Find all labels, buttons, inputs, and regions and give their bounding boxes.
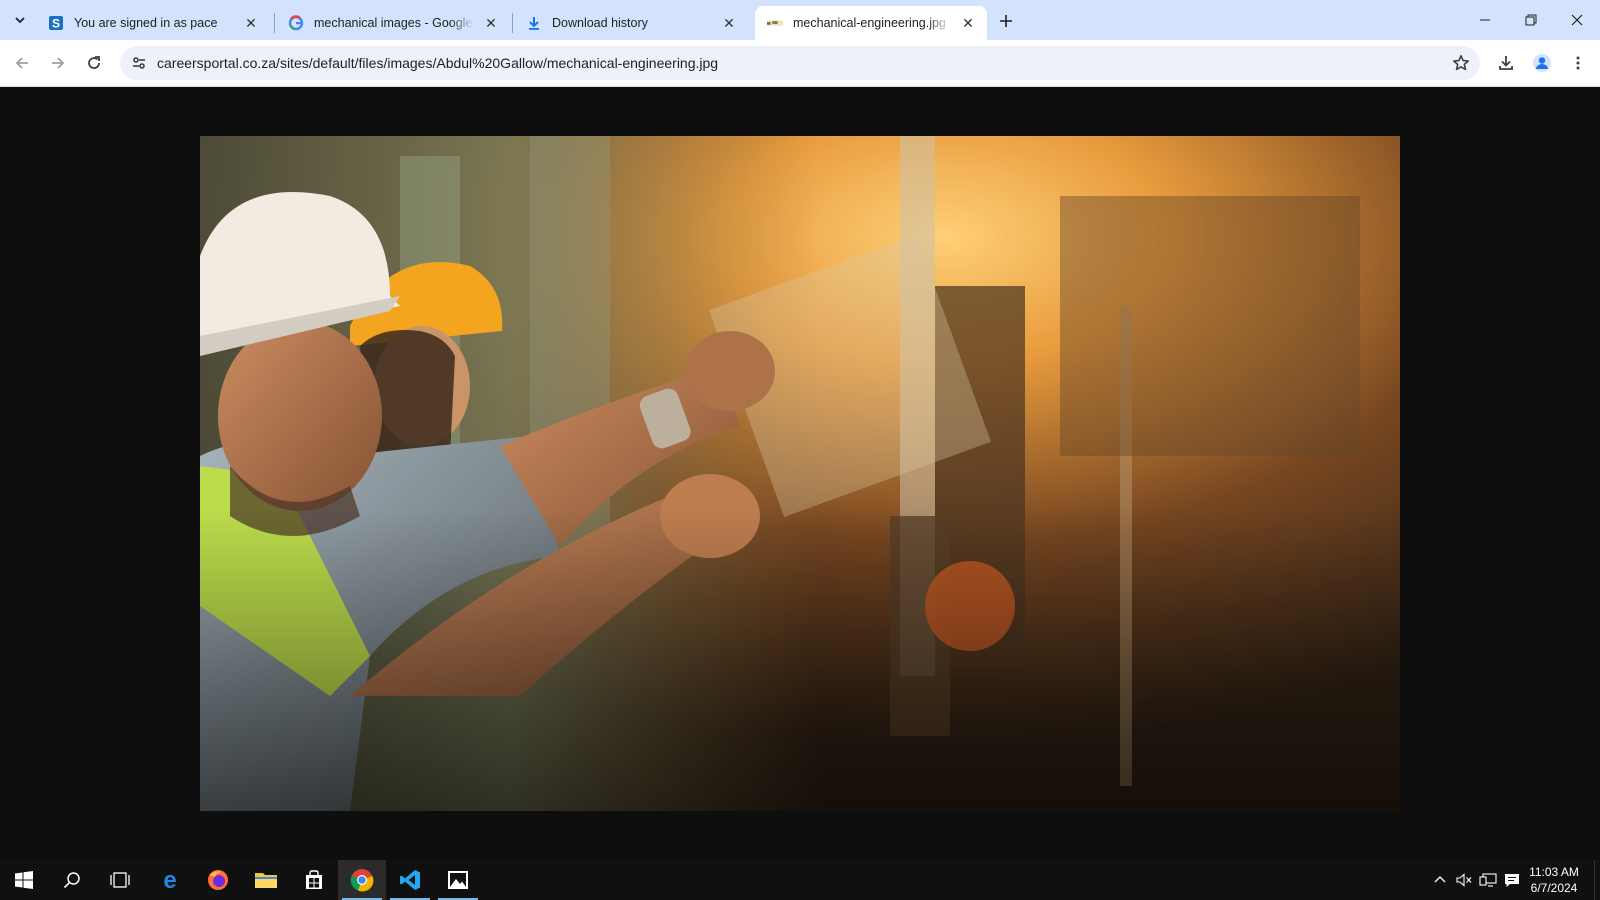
menu-button[interactable]	[1564, 49, 1592, 77]
star-icon	[1453, 55, 1469, 71]
tab-title: You are signed in as pace	[74, 16, 218, 30]
tune-icon	[133, 57, 145, 69]
task-view-icon	[110, 872, 130, 888]
minimize-icon	[1480, 19, 1490, 21]
site-info-button[interactable]	[126, 50, 152, 76]
url-text[interactable]: careersportal.co.za/sites/default/files/…	[157, 55, 718, 71]
tab-search-button[interactable]	[6, 7, 34, 33]
clock-time: 11:03 AM	[1529, 865, 1579, 879]
tab-signed-in[interactable]: S You are signed in as pace ✕	[36, 6, 270, 40]
google-icon	[288, 15, 304, 31]
browser-toolbar: careersportal.co.za/sites/default/files/…	[0, 40, 1600, 87]
action-center-button[interactable]	[1500, 860, 1524, 900]
forward-button[interactable]	[44, 49, 72, 77]
clock-date: 6/7/2024	[1530, 881, 1578, 895]
edge-icon: e	[163, 869, 176, 891]
taskbar-clock[interactable]: 11:03 AM 6/7/2024	[1522, 864, 1586, 896]
volume-button[interactable]	[1452, 860, 1476, 900]
task-view-button[interactable]	[96, 860, 144, 900]
taskbar-vscode[interactable]	[386, 860, 434, 900]
address-bar[interactable]: careersportal.co.za/sites/default/files/…	[120, 46, 1480, 80]
image-viewer	[0, 87, 1600, 860]
tab-separator	[512, 13, 513, 33]
download-icon	[1499, 56, 1513, 70]
plus-icon	[1000, 15, 1012, 27]
store-icon	[306, 870, 322, 889]
tab-image-active[interactable]: mechanical-engineering.jpg (12 ✕	[755, 6, 987, 40]
close-tab-icon[interactable]: ✕	[482, 14, 500, 32]
image-thumb-icon	[767, 15, 783, 31]
windows-taskbar: e 11:03 AM 6/7/2024	[0, 860, 1600, 900]
photos-icon	[448, 871, 468, 889]
notification-icon	[1505, 873, 1519, 887]
arrow-left-icon	[15, 57, 28, 69]
tab-google-search[interactable]: mechanical images - Google Se ✕	[276, 6, 510, 40]
avatar-icon	[1533, 54, 1551, 72]
tab-strip: S You are signed in as pace ✕ mechanical…	[0, 0, 1600, 40]
tab-title: mechanical-engineering.jpg (12	[793, 16, 951, 30]
file-explorer-icon	[255, 873, 277, 888]
mechanical-engineering-photo[interactable]	[200, 136, 1400, 811]
more-vert-icon	[1576, 56, 1580, 70]
taskbar-chrome[interactable]	[338, 860, 386, 900]
chrome-icon	[350, 869, 374, 892]
close-tab-icon[interactable]: ✕	[720, 14, 738, 32]
volume-muted-icon	[1456, 873, 1472, 887]
show-desktop-button[interactable]	[1594, 860, 1600, 900]
close-tab-icon[interactable]: ✕	[959, 14, 977, 32]
download-icon	[526, 15, 542, 31]
minimize-button[interactable]	[1462, 0, 1508, 40]
close-icon	[1571, 14, 1583, 26]
tab-separator	[274, 13, 275, 33]
svg-text:S: S	[52, 17, 60, 31]
taskbar-file-explorer[interactable]	[242, 860, 290, 900]
search-icon	[63, 872, 80, 889]
new-tab-button[interactable]	[992, 7, 1020, 35]
start-icon	[15, 871, 33, 889]
taskbar-firefox[interactable]	[194, 860, 242, 900]
taskbar-edge[interactable]: e	[146, 860, 194, 900]
taskbar-store[interactable]	[290, 860, 338, 900]
bookmark-button[interactable]	[1448, 50, 1474, 76]
start-button[interactable]	[0, 860, 48, 900]
restore-button[interactable]	[1508, 0, 1554, 40]
taskbar-search-button[interactable]	[48, 860, 96, 900]
restore-icon	[1525, 14, 1537, 26]
tab-download-history[interactable]: Download history ✕	[514, 6, 748, 40]
tab-title: Download history	[552, 16, 648, 30]
taskbar-photos[interactable]	[434, 860, 482, 900]
profile-button[interactable]	[1528, 49, 1556, 77]
show-hidden-icons-button[interactable]	[1428, 860, 1452, 900]
photo-illustration	[200, 136, 1400, 811]
chevron-up-icon	[1434, 876, 1446, 883]
vscode-icon	[400, 870, 420, 890]
back-button[interactable]	[8, 49, 36, 77]
arrow-right-icon	[52, 57, 65, 69]
firefox-icon	[208, 870, 228, 890]
network-icon	[1479, 873, 1497, 887]
svg-text:e: e	[163, 869, 176, 891]
reload-icon	[88, 56, 100, 69]
close-tab-icon[interactable]: ✕	[242, 14, 260, 32]
downloads-button[interactable]	[1492, 49, 1520, 77]
site-s-icon: S	[48, 15, 64, 31]
close-window-button[interactable]	[1554, 0, 1600, 40]
chevron-down-icon	[15, 17, 25, 24]
reload-button[interactable]	[80, 49, 108, 77]
tab-title: mechanical images - Google Se	[314, 16, 474, 30]
network-button[interactable]	[1476, 860, 1500, 900]
